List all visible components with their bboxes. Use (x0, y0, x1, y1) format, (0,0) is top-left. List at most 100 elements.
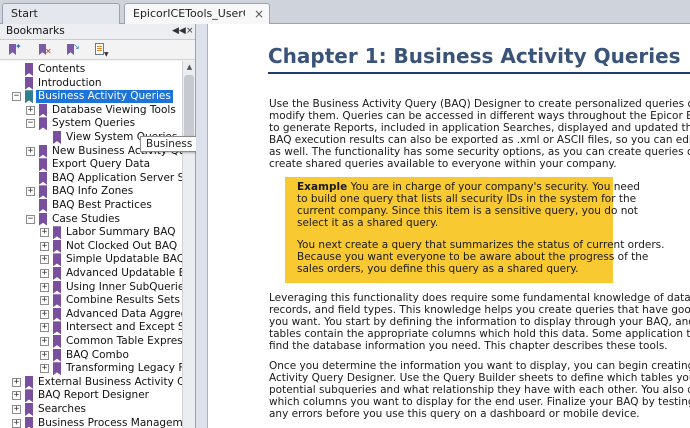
tab-document[interactable]: EpicorICETools_UserGui... × (124, 3, 270, 24)
expand-plus-icon[interactable]: + (40, 228, 49, 238)
bookmark-tree-item[interactable]: Contents (0, 63, 182, 77)
expand-plus-icon[interactable]: + (12, 377, 21, 387)
example-heading: Example (297, 181, 348, 193)
bookmark-icon (39, 212, 47, 226)
text-line-content: tables contain the appropriate columns w… (269, 328, 690, 340)
expand-plus-icon[interactable]: + (40, 255, 49, 265)
bookmark-tree-item[interactable]: + Searches (0, 403, 182, 417)
tab-bar: Start EpicorICETools_UserGui... × (0, 0, 690, 24)
expand-plus-icon[interactable]: + (12, 391, 21, 401)
expand-bookmark-button[interactable]: ↘ (64, 43, 80, 57)
bookmark-tree-item[interactable]: + Advanced Updatable BAQ (0, 267, 182, 281)
bookmark-icon (53, 267, 61, 280)
bookmark-icon (53, 335, 61, 348)
bookmark-label: BAQ Application Server Settings (52, 171, 182, 184)
scroll-up-icon[interactable]: ▲ (185, 63, 194, 71)
bookmark-icon (39, 103, 47, 117)
bookmark-icon (25, 63, 33, 76)
bookmark-tree-item[interactable]: Export Query Data (0, 158, 182, 172)
bookmark-tree-item[interactable]: − Case Studies (0, 212, 182, 227)
tab-document-label: EpicorICETools_UserGui... (133, 7, 245, 20)
text-line-content: current company. Since this item is a se… (297, 205, 638, 217)
expand-plus-icon[interactable]: + (26, 146, 35, 156)
bookmark-tree-item[interactable]: + BAQ Info Zones (0, 185, 182, 199)
expand-plus-icon[interactable]: + (40, 269, 49, 278)
bookmark-tree-item[interactable]: + Labor Summary BAQ (0, 226, 182, 240)
text-line-content: Because you want everyone to be aware ab… (297, 251, 649, 263)
bookmark-tree-item[interactable]: + Combine Results Sets Using (0, 294, 182, 308)
bookmark-icon (39, 158, 47, 172)
text-line-content: sales orders, you define this query as a… (297, 263, 579, 275)
panel-splitter[interactable] (196, 24, 208, 428)
expand-plus-icon[interactable]: + (12, 418, 21, 428)
collapse-minus-icon[interactable]: − (26, 119, 35, 129)
expand-plus-icon[interactable]: + (40, 323, 49, 333)
expand-plus-icon[interactable]: + (40, 337, 49, 346)
text-line-content: which columns you want to display for th… (269, 396, 690, 408)
bookmark-tree: Contents Introduction − Business Activity Q… (0, 61, 182, 428)
collapse-panel-icon[interactable]: ◀◀ (172, 24, 186, 39)
close-panel-icon[interactable]: × (186, 24, 194, 39)
text-line-content: potential subqueries and what relationsh… (269, 384, 690, 396)
bookmarks-title: Bookmarks (6, 25, 65, 37)
text-line-content: find the database information you need. … (269, 340, 668, 352)
bookmark-scrollbar[interactable]: ▲ (182, 61, 195, 428)
bookmark-options-button[interactable]: ▼ (92, 43, 109, 58)
expand-plus-icon[interactable]: + (40, 241, 49, 251)
expand-plus-icon[interactable]: + (12, 405, 21, 414)
bookmark-tree-item[interactable]: + Not Clocked Out BAQ (0, 239, 182, 254)
body-paragraph-2: Leveraging this functionality does requi… (269, 292, 690, 352)
bookmark-icon (25, 90, 33, 104)
text-line-content: Once you determine the information you w… (269, 360, 690, 372)
bookmark-label: BAQ Report Designer (38, 389, 149, 402)
bookmark-label: Export Query Data (52, 158, 151, 171)
expand-plus-icon[interactable]: + (40, 309, 49, 319)
delete-bookmark-button[interactable]: ✕ (36, 43, 52, 57)
collapse-minus-icon[interactable]: − (12, 92, 21, 102)
expand-plus-icon[interactable]: + (40, 364, 49, 374)
bookmark-label: Case Studies (52, 212, 120, 225)
bookmark-tree-item[interactable]: + External Business Activity Queries (0, 375, 182, 390)
bookmark-tree-item[interactable]: + Advanced Data Aggregation (0, 307, 182, 322)
collapse-minus-icon[interactable]: − (26, 214, 35, 224)
text-line: Activity Query Designer. Use the Query B… (269, 372, 690, 384)
expand-plus-icon[interactable]: + (26, 105, 35, 115)
text-line: to build one query that lists all securi… (297, 193, 636, 205)
text-line-content: create shared queries available to every… (269, 158, 617, 170)
text-line: tables contain the appropriate columns w… (269, 328, 690, 340)
bookmark-tree-item[interactable]: + BAQ Report Designer (0, 389, 182, 403)
bookmark-tree-item[interactable]: + Intersect and Except SubQu (0, 321, 182, 335)
bookmark-label: Introduction (38, 76, 102, 89)
text-line-content: You are in charge of your company's secu… (350, 181, 640, 193)
expand-plus-icon[interactable]: + (40, 296, 49, 306)
tab-start[interactable]: Start (2, 3, 120, 24)
text-line-content: any errors before you use this query on … (269, 408, 640, 420)
text-line-content: Activity Query Designer. Use the Query B… (269, 372, 690, 384)
bookmark-tree-item[interactable]: + Database Viewing Tools (0, 103, 182, 118)
new-bookmark-button[interactable]: ✦ (6, 43, 22, 57)
bookmark-tree-item[interactable]: Introduction (0, 76, 182, 91)
bookmark-tree-item[interactable]: + Using Inner SubQueries (0, 280, 182, 295)
bookmark-tree-item[interactable]: + Transforming Legacy First/La (0, 362, 182, 376)
bookmark-icon (25, 375, 33, 389)
expand-plus-icon[interactable]: + (40, 350, 49, 360)
bookmark-icon (25, 389, 33, 403)
close-icon[interactable]: × (254, 4, 264, 24)
text-line: you want. You start by defining the info… (269, 316, 690, 328)
text-line: Example You are in charge of your compan… (297, 181, 640, 193)
expand-plus-icon[interactable]: + (26, 187, 35, 197)
expand-plus-icon[interactable]: + (40, 282, 49, 292)
bookmark-label: External Business Activity Queries (38, 375, 182, 388)
bookmark-tree-item[interactable]: − System Queries (0, 117, 182, 131)
bookmark-tree-item[interactable]: + Business Process Management (0, 416, 182, 428)
bookmark-icon (53, 321, 61, 335)
bookmark-label: Database Viewing Tools (52, 103, 176, 116)
bookmark-tree-item[interactable]: + BAQ Combo (0, 348, 182, 363)
bookmark-tree-item[interactable]: BAQ Application Server Settings (0, 171, 182, 186)
bookmark-tree-item[interactable]: + Simple Updatable BAQ (0, 253, 182, 267)
bookmark-tree-item[interactable]: + Common Table Expression Q (0, 335, 182, 349)
bookmark-label: BAQ Info Zones (52, 185, 134, 198)
bookmark-tree-item[interactable]: BAQ Best Practices (0, 199, 182, 213)
bookmark-tree-item[interactable]: − Business Activity Queries (0, 90, 182, 104)
bookmark-label: Intersect and Except SubQu (66, 321, 182, 334)
